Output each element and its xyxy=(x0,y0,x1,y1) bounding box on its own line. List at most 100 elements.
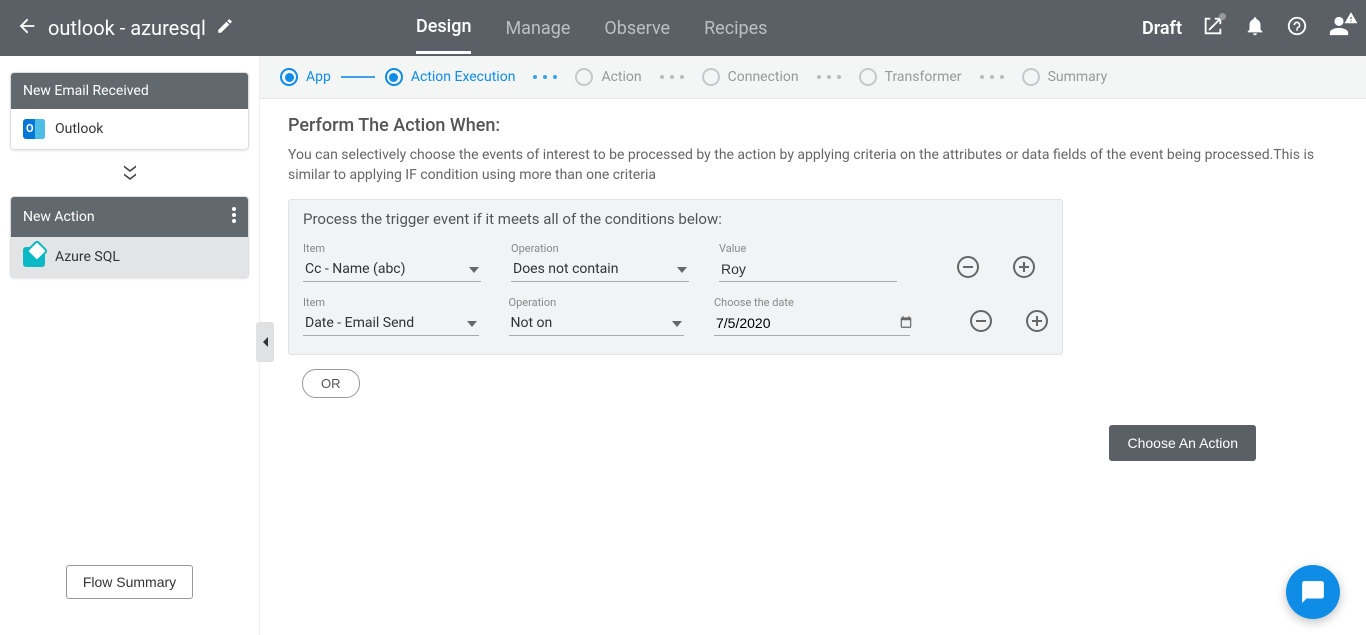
condition-row-actions xyxy=(947,256,1035,278)
remove-condition-button[interactable] xyxy=(957,256,979,278)
chevron-down-double-icon[interactable] xyxy=(121,164,139,182)
tab-manage[interactable]: Manage xyxy=(505,18,570,53)
top-header: outlook - azuresql Design Manage Observe… xyxy=(0,0,1366,56)
trigger-card-body[interactable]: Outlook xyxy=(11,109,248,149)
tab-design[interactable]: Design xyxy=(416,16,471,54)
trigger-card-header: New Email Received xyxy=(11,73,248,109)
step-app-radio-icon xyxy=(280,68,298,86)
action-card-title: New Action xyxy=(23,209,95,225)
condition-row: Item Cc - Name (abc) Operation Does not … xyxy=(303,242,1048,282)
step-summary-label: Summary xyxy=(1048,69,1108,85)
operation-field: Operation Does not contain xyxy=(511,242,689,282)
remove-condition-button[interactable] xyxy=(970,310,992,332)
layout: New Email Received Outlook New Action Az… xyxy=(0,56,1366,635)
item-dropdown[interactable]: Date - Email Send xyxy=(303,311,479,336)
operation-label: Operation xyxy=(511,242,689,255)
value-label: Value xyxy=(719,242,897,255)
trigger-card-app: Outlook xyxy=(55,121,103,137)
item-label: Item xyxy=(303,296,479,309)
step-action-label: Action xyxy=(601,69,641,85)
date-field: Choose the date xyxy=(714,296,910,336)
step-action-execution[interactable]: Action Execution xyxy=(385,68,516,86)
item-value: Date - Email Send xyxy=(305,315,414,331)
step-app-label: App xyxy=(306,69,331,85)
add-condition-button[interactable] xyxy=(1026,310,1048,332)
conditions-title: Process the trigger event if it meets al… xyxy=(303,210,1048,228)
stepper-dots xyxy=(533,75,557,79)
action-card-menu-icon[interactable] xyxy=(232,207,236,227)
stepper-dots-3 xyxy=(817,75,841,79)
or-button[interactable]: OR xyxy=(302,369,360,398)
chevron-down-icon xyxy=(677,261,687,277)
flow-summary-button[interactable]: Flow Summary xyxy=(66,565,193,599)
step-ae-label: Action Execution xyxy=(411,69,516,85)
step-ae-radio-icon xyxy=(385,68,403,86)
item-label: Item xyxy=(303,242,481,255)
open-external-icon[interactable] xyxy=(1202,15,1224,41)
header-left: outlook - azuresql xyxy=(16,15,276,41)
operation-field: Operation Not on xyxy=(509,296,685,336)
operation-value: Does not contain xyxy=(513,261,618,277)
date-input[interactable] xyxy=(714,311,899,335)
value-field: Value xyxy=(719,242,897,282)
step-connection-radio-icon xyxy=(702,68,720,86)
operation-label: Operation xyxy=(509,296,685,309)
content-area: Perform The Action When: You can selecti… xyxy=(260,99,1366,635)
operation-dropdown[interactable]: Does not contain xyxy=(511,257,689,282)
condition-row: Item Date - Email Send Operation Not on xyxy=(303,296,1048,336)
conditions-box: Process the trigger event if it meets al… xyxy=(288,199,1063,355)
item-dropdown[interactable]: Cc - Name (abc) xyxy=(303,257,481,282)
azure-sql-icon xyxy=(23,247,45,267)
bell-icon[interactable] xyxy=(1244,15,1266,41)
stepper-dots-2 xyxy=(660,75,684,79)
chat-icon xyxy=(1300,579,1326,605)
edit-title-icon[interactable] xyxy=(216,17,234,39)
calendar-icon[interactable] xyxy=(899,314,913,333)
operation-value: Not on xyxy=(511,315,553,331)
user-warning-icon xyxy=(1344,11,1358,30)
stepper: App Action Execution Action Connection T… xyxy=(260,56,1366,99)
header-nav: Design Manage Observe Recipes xyxy=(416,2,1142,54)
action-card-header: New Action xyxy=(11,197,248,237)
chat-fab[interactable] xyxy=(1286,565,1340,619)
step-summary[interactable]: Summary xyxy=(1022,68,1108,86)
external-indicator-dot xyxy=(1219,13,1226,20)
action-card-app: Azure SQL xyxy=(55,249,120,265)
choose-action-button[interactable]: Choose An Action xyxy=(1109,425,1256,461)
tab-observe[interactable]: Observe xyxy=(604,18,670,53)
step-transformer[interactable]: Transformer xyxy=(859,68,962,86)
chevron-down-icon xyxy=(469,261,479,277)
step-app[interactable]: App xyxy=(280,68,331,86)
step-summary-radio-icon xyxy=(1022,68,1040,86)
back-arrow-icon[interactable] xyxy=(16,15,38,41)
item-field: Item Cc - Name (abc) xyxy=(303,242,481,282)
trigger-card-title: New Email Received xyxy=(23,83,149,99)
item-field: Item Date - Email Send xyxy=(303,296,479,336)
step-transformer-radio-icon xyxy=(859,68,877,86)
condition-row-actions xyxy=(960,310,1048,332)
step-action[interactable]: Action xyxy=(575,68,641,86)
step-connection[interactable]: Connection xyxy=(702,68,799,86)
status-label: Draft xyxy=(1142,18,1182,39)
action-card[interactable]: New Action Azure SQL xyxy=(10,196,249,278)
content-heading: Perform The Action When: xyxy=(288,115,1338,136)
item-value: Cc - Name (abc) xyxy=(305,261,406,277)
trigger-card[interactable]: New Email Received Outlook xyxy=(10,72,249,150)
user-icon[interactable] xyxy=(1328,15,1350,41)
header-right: Draft xyxy=(1142,15,1350,41)
tab-recipes[interactable]: Recipes xyxy=(704,18,767,53)
step-connection-label: Connection xyxy=(728,69,799,85)
date-label: Choose the date xyxy=(714,296,910,309)
date-input-wrap xyxy=(714,311,910,336)
outlook-icon xyxy=(23,119,45,139)
value-input[interactable] xyxy=(719,257,897,282)
chevron-down-icon xyxy=(467,315,477,331)
step-transformer-label: Transformer xyxy=(885,69,962,85)
chevron-down-icon xyxy=(672,315,682,331)
operation-dropdown[interactable]: Not on xyxy=(509,311,685,336)
help-icon[interactable] xyxy=(1286,15,1308,41)
add-condition-button[interactable] xyxy=(1013,256,1035,278)
action-card-body[interactable]: Azure SQL xyxy=(11,237,248,277)
page-title: outlook - azuresql xyxy=(48,16,206,40)
sidebar: New Email Received Outlook New Action Az… xyxy=(0,56,260,635)
